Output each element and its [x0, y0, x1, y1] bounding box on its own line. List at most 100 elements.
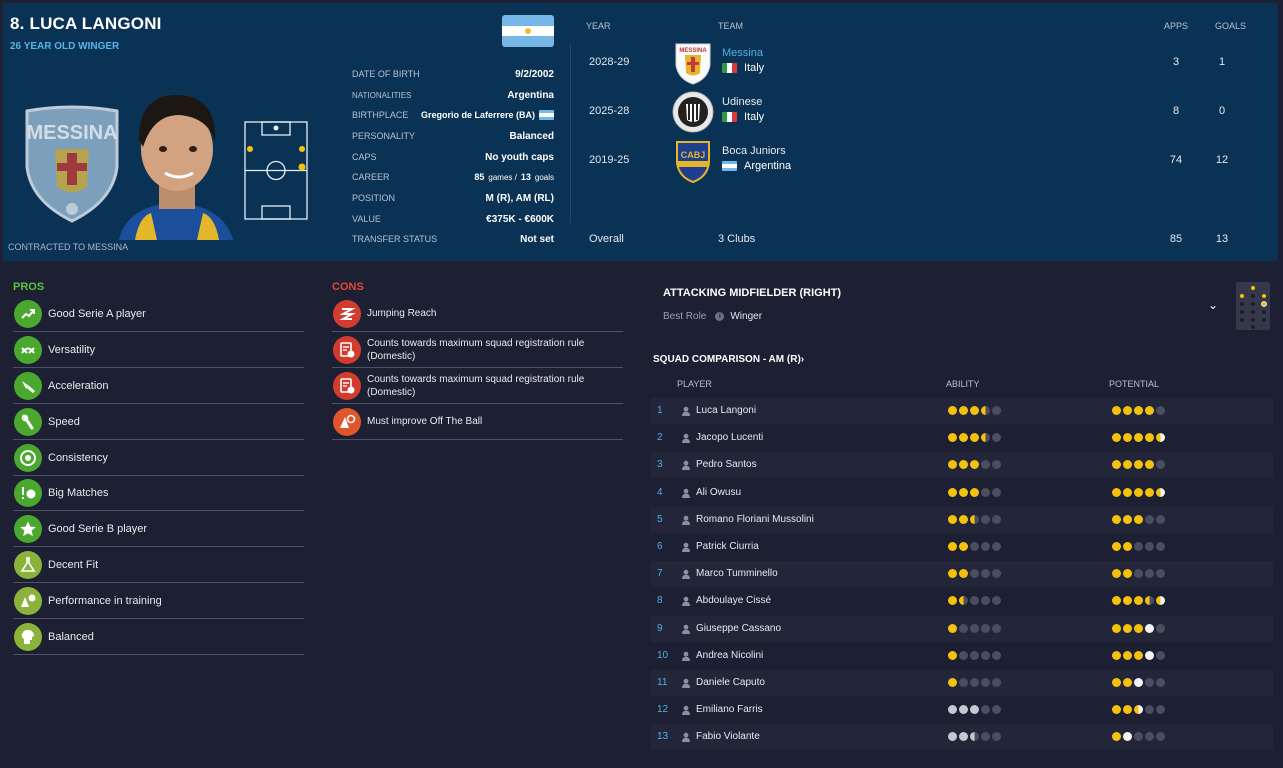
squad-row[interactable]: 3 Pedro Santos	[651, 452, 1273, 479]
squad-player-name[interactable]: Marco Tumminello	[696, 568, 778, 579]
detail-value: M (R), AM (RL)	[485, 192, 555, 204]
registration-icon	[333, 335, 361, 364]
history-overall-row: Overall 3 Clubs 85 13	[570, 233, 1274, 251]
rating-star	[959, 460, 968, 470]
squad-row[interactable]: 12 Emiliano Farris	[651, 697, 1273, 723]
flask-icon	[14, 550, 42, 579]
best-role-value[interactable]: Winger	[730, 311, 762, 322]
history-team-link[interactable]: Messina	[722, 47, 763, 59]
rating-star	[1145, 487, 1154, 497]
squad-player-name[interactable]: Jacopo Lucenti	[696, 432, 763, 443]
history-team-link[interactable]: Boca Juniors	[722, 145, 786, 157]
squad-player-name[interactable]: Andrea Nicolini	[696, 650, 763, 661]
formation-mini-pitch[interactable]	[1236, 282, 1270, 330]
detail-label: BIRTHPLACE	[352, 110, 409, 120]
history-team-link[interactable]: Udinese	[722, 96, 762, 108]
squad-player-name[interactable]: Pedro Santos	[696, 459, 757, 470]
career-goals-unit: goals	[534, 172, 554, 182]
squad-header-player: PLAYER	[677, 379, 712, 389]
rating-star	[981, 406, 990, 415]
rating-star	[959, 569, 968, 579]
rating-star	[1134, 569, 1143, 579]
potential-rating	[1112, 514, 1165, 524]
rating-star	[1145, 596, 1154, 606]
player-icon	[682, 651, 690, 661]
history-goals: 12	[1215, 154, 1229, 166]
squad-comparison-title[interactable]: SQUAD COMPARISON - AM (R)›	[653, 354, 804, 365]
ability-rating	[948, 596, 1001, 606]
rating-star	[981, 650, 990, 660]
rating-star	[959, 433, 968, 443]
pros-label: Consistency	[48, 451, 108, 464]
squad-row[interactable]: 7 Marco Tumminello	[651, 561, 1273, 588]
ability-rating	[948, 678, 1001, 687]
udinese-logo-icon[interactable]	[672, 90, 714, 134]
argentina-flag-icon	[539, 110, 554, 120]
squad-row[interactable]: 1 Luca Langoni	[651, 398, 1273, 424]
speed-icon	[14, 407, 42, 436]
squad-player-name[interactable]: Ali Owusu	[696, 487, 741, 498]
boca-juniors-logo-icon[interactable]: CABJ	[672, 139, 714, 184]
player-icon	[682, 433, 690, 444]
rating-star	[992, 623, 1001, 633]
rating-star	[992, 732, 1001, 742]
squad-row[interactable]: 4 Ali Owusu	[651, 480, 1273, 506]
squad-row[interactable]: 6 Patrick Ciurria	[651, 534, 1273, 560]
squad-player-name[interactable]: Fabio Violante	[696, 731, 760, 742]
squad-player-name[interactable]: Luca Langoni	[696, 405, 756, 416]
squad-header-ability: ABILITY	[946, 379, 980, 389]
chevron-down-icon[interactable]: ⌄	[1208, 298, 1218, 312]
squad-row[interactable]: 5 Romano Floriani Mussolini	[651, 506, 1273, 533]
cons-title: CONS	[332, 281, 364, 293]
cons-item: Counts towards maximum squad registratio…	[332, 368, 623, 404]
ability-rating	[948, 433, 1001, 443]
squad-row-number: 9	[657, 622, 663, 634]
rating-star	[1134, 732, 1143, 742]
squad-player-name[interactable]: Emiliano Farris	[696, 704, 763, 715]
rating-star	[1112, 487, 1121, 497]
rating-star	[981, 460, 990, 470]
rating-star	[981, 623, 990, 633]
rating-star	[1156, 406, 1165, 415]
squad-row-number: 12	[657, 704, 669, 716]
history-nation: Italy	[722, 62, 764, 74]
squad-row[interactable]: 8 Abdoulaye Cissé	[651, 588, 1273, 614]
star-icon	[14, 514, 42, 543]
detail-value[interactable]: Argentina	[507, 90, 554, 101]
ability-rating	[948, 460, 1001, 470]
squad-player-name[interactable]: Giuseppe Cassano	[696, 623, 781, 634]
squad-player-name[interactable]: Abdoulaye Cissé	[696, 595, 771, 606]
player-icon	[682, 597, 690, 607]
detail-value: Balanced	[509, 130, 554, 142]
squad-row[interactable]: 13 Fabio Violante	[651, 724, 1273, 751]
rating-star	[992, 650, 1001, 660]
squad-player-name[interactable]: Romano Floriani Mussolini	[696, 514, 814, 525]
squad-row[interactable]: 9 Giuseppe Cassano	[651, 615, 1273, 642]
rating-star	[1123, 460, 1132, 470]
squad-row[interactable]: 10 Andrea Nicolini	[651, 643, 1273, 669]
squad-player-name[interactable]: Patrick Ciurria	[696, 541, 759, 552]
potential-rating	[1112, 569, 1165, 579]
pros-label: Performance in training	[48, 594, 162, 607]
rating-star	[970, 596, 979, 606]
rating-star	[1112, 542, 1121, 551]
squad-row[interactable]: 2 Jacopo Lucenti	[651, 425, 1273, 451]
rating-star	[1156, 650, 1165, 660]
potential-rating	[1112, 433, 1165, 443]
boca-logo-text: CABJ	[681, 150, 706, 160]
squad-player-name[interactable]: Daniele Caputo	[696, 677, 765, 688]
rating-star	[992, 406, 1001, 415]
rating-star	[970, 569, 979, 579]
rating-star	[948, 487, 957, 497]
player-icon	[682, 569, 690, 580]
detail-value: No youth caps	[485, 151, 554, 163]
info-icon[interactable]: i	[715, 312, 725, 321]
messina-logo-icon[interactable]: MESSINA	[672, 41, 714, 85]
potential-rating	[1112, 650, 1165, 660]
potential-rating	[1112, 596, 1165, 606]
rating-star	[1156, 569, 1165, 579]
rating-star	[1123, 406, 1132, 415]
rating-star	[1145, 623, 1154, 633]
ability-rating	[948, 406, 1001, 415]
squad-row[interactable]: 11 Daniele Caputo	[651, 670, 1273, 696]
